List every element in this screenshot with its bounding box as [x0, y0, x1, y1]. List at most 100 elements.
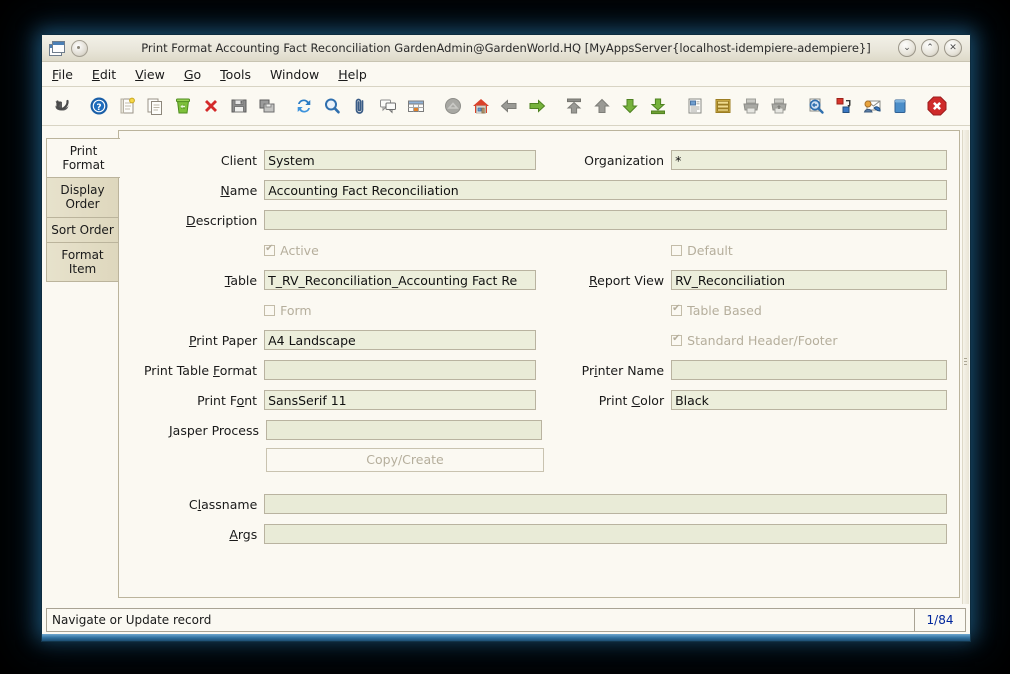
window-body: Print Format Display Order Sort Order Fo… — [42, 126, 970, 608]
form-row-active-default: Active Default — [131, 235, 947, 265]
tab-display-order[interactable]: Display Order — [46, 177, 118, 218]
refresh-icon[interactable] — [291, 92, 317, 120]
svg-text:?: ? — [96, 103, 101, 113]
record-counter: 1/84 — [915, 608, 966, 632]
save-icon[interactable] — [226, 92, 252, 120]
system-menu-dot-button[interactable] — [71, 39, 88, 57]
menu-edit[interactable]: Edit — [92, 67, 116, 82]
jasper-process-field[interactable] — [266, 420, 542, 440]
form-row-args: Args — [131, 519, 947, 549]
print-icon[interactable] — [766, 92, 792, 120]
menu-go[interactable]: Go — [184, 67, 201, 82]
table-based-label: Table Based — [687, 302, 762, 318]
form-checkbox[interactable]: Form — [264, 303, 536, 318]
first-record-icon[interactable] — [561, 92, 587, 120]
menu-window[interactable]: Window — [270, 67, 319, 82]
delete-record-icon[interactable] — [170, 92, 196, 120]
window-panel-icon — [49, 41, 65, 56]
history-icon[interactable] — [440, 92, 466, 120]
application-window: Print Format Accounting Fact Reconciliat… — [41, 34, 971, 636]
attachment-icon[interactable] — [347, 92, 373, 120]
delete-selection-icon[interactable] — [198, 92, 224, 120]
copy-record-icon[interactable] — [142, 92, 168, 120]
print-table-format-field[interactable] — [264, 360, 537, 380]
default-checkbox[interactable]: Default — [671, 243, 947, 258]
print-font-field[interactable]: SansSerif 11 — [264, 390, 537, 410]
client-field[interactable]: System — [264, 150, 537, 170]
find-icon[interactable] — [319, 92, 345, 120]
table-based-checkbox[interactable]: Table Based — [671, 303, 947, 318]
report-icon[interactable] — [682, 92, 708, 120]
exit-icon[interactable] — [924, 92, 950, 120]
chat-icon[interactable] — [375, 92, 401, 120]
print-preview-icon[interactable] — [738, 92, 764, 120]
report-view-field[interactable]: RV_Reconciliation — [671, 270, 947, 290]
request-email-icon[interactable] — [859, 92, 885, 120]
args-label: Args — [229, 526, 258, 542]
zoom-across-icon[interactable] — [803, 92, 829, 120]
new-record-icon[interactable] — [114, 92, 140, 120]
status-bar: Navigate or Update record 1/84 — [42, 608, 970, 635]
help-icon[interactable]: ? — [86, 92, 112, 120]
tab-sort-order[interactable]: Sort Order — [46, 216, 118, 243]
description-field[interactable] — [264, 210, 947, 230]
menu-view[interactable]: View — [135, 67, 165, 82]
menu-tools[interactable]: Tools — [220, 67, 251, 82]
previous-record-icon[interactable] — [589, 92, 615, 120]
print-color-field[interactable]: Black — [671, 390, 947, 410]
print-format-form-panel: Client System Organization * Name Accoun… — [118, 130, 960, 598]
form-checkbox-box — [264, 304, 276, 316]
classname-field[interactable] — [264, 494, 947, 514]
printer-name-label: Printer Name — [581, 362, 665, 378]
grid-toggle-icon[interactable] — [403, 92, 429, 120]
archive-icon[interactable] — [710, 92, 736, 120]
name-field[interactable]: Accounting Fact Reconciliation — [264, 180, 947, 200]
undo-icon[interactable] — [49, 92, 75, 120]
form-row-classname: Classname — [131, 489, 947, 519]
organization-field[interactable]: * — [671, 150, 947, 170]
copy-create-button[interactable]: Copy/Create — [266, 448, 544, 472]
form-row-print-paper: Print Paper A4 Landscape Standard Header… — [131, 325, 947, 355]
menu-bar: File Edit View Go Tools Window Help — [42, 62, 970, 87]
maximize-button[interactable]: ⌃ — [921, 39, 939, 57]
minimize-button[interactable]: ⌄ — [898, 39, 916, 57]
classname-label: Classname — [188, 496, 258, 512]
last-record-icon[interactable] — [645, 92, 671, 120]
form-row-client: Client System Organization * — [131, 145, 947, 175]
description-label: Description — [186, 212, 258, 228]
tab-strip: Print Format Display Order Sort Order Fo… — [46, 130, 120, 608]
close-window-button[interactable]: ✕ — [944, 39, 962, 57]
name-label: Name — [220, 182, 258, 198]
active-checkbox[interactable]: Active — [264, 243, 536, 258]
print-paper-field[interactable]: A4 Landscape — [264, 330, 537, 350]
standard-header-footer-checkbox[interactable]: Standard Header/Footer — [671, 333, 947, 348]
forward-icon[interactable] — [524, 92, 550, 120]
resize-grip[interactable] — [964, 357, 967, 370]
save-create-new-icon[interactable] — [254, 92, 280, 120]
toolbar: ? — [42, 87, 970, 126]
standard-header-footer-label: Standard Header/Footer — [687, 332, 838, 348]
print-color-label: Print Color — [598, 392, 665, 408]
table-label: Table — [224, 272, 258, 288]
default-label: Default — [687, 242, 733, 258]
form-row-jasper-process: Jasper Process — [131, 415, 947, 445]
tab-print-format[interactable]: Print Format — [46, 138, 120, 179]
print-font-label: Print Font — [197, 392, 258, 408]
export-icon[interactable] — [831, 92, 857, 120]
printer-name-field[interactable] — [671, 360, 947, 380]
form-row-print-font: Print Font SansSerif 11 Print Color Blac… — [131, 385, 947, 415]
table-field[interactable]: T_RV_Reconciliation_Accounting Fact Re — [264, 270, 537, 290]
home-icon[interactable] — [468, 92, 494, 120]
form-row-table: Table T_RV_Reconciliation_Accounting Fac… — [131, 265, 947, 295]
form-spacer — [131, 475, 947, 489]
tab-format-item[interactable]: Format Item — [46, 241, 118, 283]
jasper-process-label: Jasper Process — [168, 422, 259, 438]
next-record-icon[interactable] — [617, 92, 643, 120]
args-field[interactable] — [264, 524, 947, 544]
menu-file[interactable]: File — [52, 67, 73, 82]
title-bar[interactable]: Print Format Accounting Fact Reconciliat… — [42, 35, 970, 62]
menu-help[interactable]: Help — [338, 67, 367, 82]
standard-header-footer-checkbox-box — [671, 333, 683, 346]
product-info-icon[interactable] — [887, 92, 913, 120]
back-icon[interactable] — [496, 92, 522, 120]
